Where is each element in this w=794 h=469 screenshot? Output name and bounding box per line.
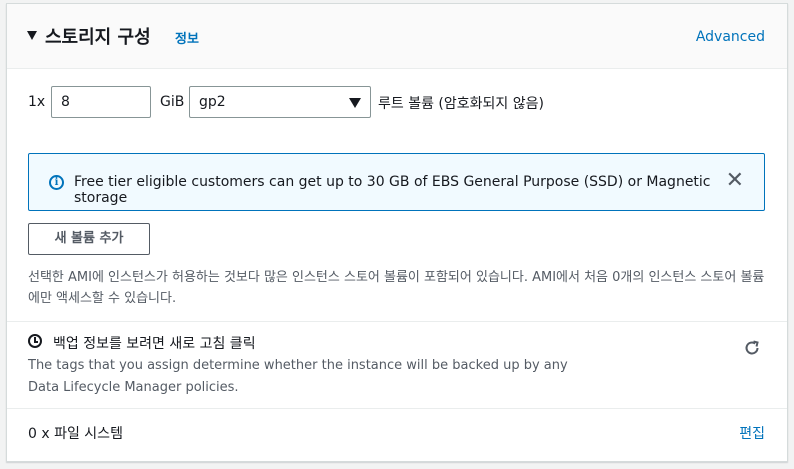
divider (7, 321, 787, 322)
clock-icon (28, 334, 42, 348)
volume-multiplier: 1x (28, 94, 46, 110)
instance-store-note: 선택한 AMI에 인스턴스가 허용하는 것보다 많은 인스턴스 스토어 볼륨이 … (28, 270, 765, 306)
add-volume-button[interactable]: 새 볼륨 추가 (28, 223, 150, 255)
info-link[interactable]: 정보 (175, 28, 199, 47)
backup-title: 백업 정보를 보려면 새로 고침 클릭 (53, 336, 256, 352)
volume-size-input[interactable] (51, 86, 151, 118)
size-unit-label: GiB (160, 94, 185, 110)
backup-description: The tags that you assign determine wheth… (28, 358, 568, 395)
panel-title[interactable]: 스토리지 구성 (45, 23, 151, 49)
divider (7, 408, 787, 409)
panel-header: 스토리지 구성 정보 Advanced (7, 4, 787, 69)
free-tier-alert: i Free tier eligible customers can get u… (28, 153, 765, 211)
volume-type-select[interactable]: gp2 (189, 86, 371, 118)
root-volume-description: 루트 볼륨 (암호화되지 않음) (378, 96, 544, 112)
alert-text: Free tier eligible customers can get up … (74, 174, 711, 206)
file-system-count: 0 x 파일 시스템 (28, 426, 123, 442)
storage-config-panel: 스토리지 구성 정보 Advanced 1x GiB gp2 루트 볼륨 (암호… (6, 3, 788, 462)
dropdown-caret-icon (349, 98, 361, 108)
refresh-icon[interactable] (743, 339, 761, 357)
collapse-caret-icon[interactable] (27, 31, 37, 40)
close-icon[interactable]: ✕ (726, 170, 744, 192)
root-volume-row: 1x GiB gp2 루트 볼륨 (암호화되지 않음) (7, 86, 787, 120)
volume-type-value: gp2 (199, 94, 226, 110)
info-icon: i (49, 175, 64, 190)
advanced-link[interactable]: Advanced (696, 29, 765, 45)
edit-file-systems-link[interactable]: 편집 (739, 423, 765, 443)
